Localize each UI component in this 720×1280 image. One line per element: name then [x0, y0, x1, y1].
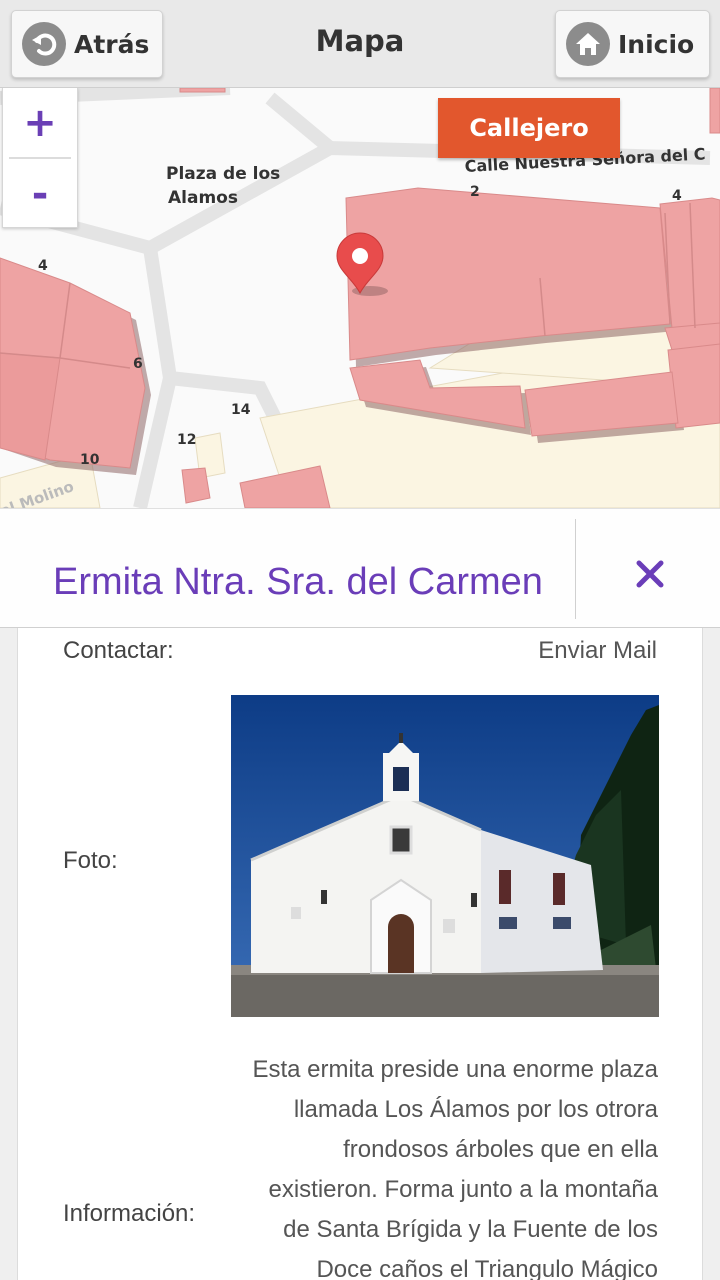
map-label-plaza-line1: Plaza de los — [166, 164, 280, 184]
info-line: Esta ermita preside una enorme plaza — [252, 1056, 658, 1083]
map-house-number-12: 12 — [177, 432, 196, 448]
church-photo — [231, 695, 659, 1017]
place-details-card: Contactar: Enviar Mail Foto: Información… — [17, 628, 703, 1280]
info-line: existieron. Forma junto a la montaña — [268, 1176, 658, 1203]
zoom-control: + - — [2, 88, 78, 228]
info-line: de Santa Brígida y la Fuente de los — [283, 1216, 658, 1243]
info-line: Doce caños el Triangulo Mágico — [316, 1256, 658, 1280]
photo-label: Foto: — [63, 847, 118, 874]
home-icon — [566, 22, 610, 66]
map-house-number-10: 10 — [80, 452, 100, 468]
contact-label: Contactar: — [63, 637, 174, 664]
title-divider — [575, 519, 576, 619]
zoom-out-button[interactable]: - — [3, 159, 77, 228]
info-line: llamada Los Álamos por los otrora — [293, 1096, 658, 1123]
top-bar: Atrás Mapa Inicio — [0, 0, 720, 88]
map-house-number-4a: 4 — [672, 188, 682, 204]
map-house-number-4b: 4 — [38, 258, 48, 274]
place-title-bar: Ermita Ntra. Sra. del Carmen — [0, 508, 720, 628]
info-line: frondosos árboles que en ella — [343, 1136, 658, 1163]
map-house-number-6: 6 — [133, 356, 143, 372]
callejero-button[interactable]: Callejero — [438, 98, 620, 158]
street-map[interactable]: Plaza de los Alamos Calle Nuestra Señora… — [0, 88, 720, 508]
map-house-number-2: 2 — [470, 184, 480, 200]
send-mail-link[interactable]: Enviar Mail — [538, 637, 657, 665]
map-house-number-14: 14 — [231, 402, 251, 418]
map-label-plaza-line2: Alamos — [168, 188, 238, 208]
close-icon[interactable] — [620, 544, 680, 604]
home-button[interactable]: Inicio — [555, 10, 710, 78]
info-description: Esta ermita preside una enorme plaza lla… — [218, 1050, 658, 1280]
info-label: Información: — [63, 1200, 196, 1227]
place-name: Ermita Ntra. Sra. del Carmen — [53, 561, 543, 603]
app-screen: Atrás Mapa Inicio Plaza de los Alamos Ca… — [0, 0, 720, 1280]
zoom-in-button[interactable]: + — [3, 88, 77, 157]
home-button-label: Inicio — [618, 29, 695, 59]
